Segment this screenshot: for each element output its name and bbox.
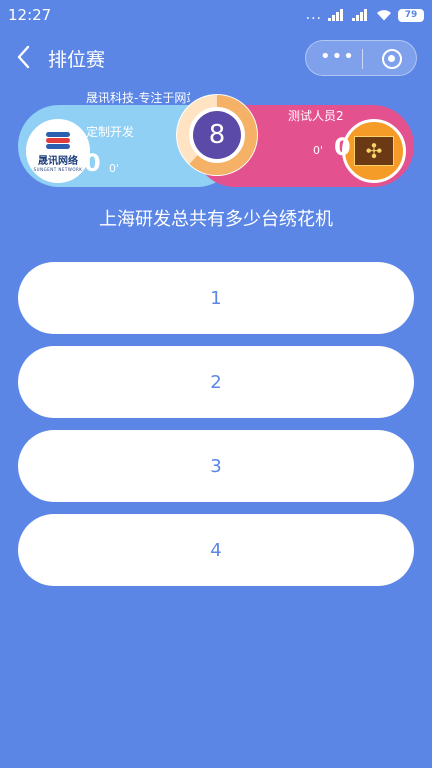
player-left-subtitle: 定制开发 xyxy=(86,125,135,139)
player-right-logo-icon: ✣ xyxy=(354,136,394,166)
answer-option-1[interactable]: 1 xyxy=(18,262,414,334)
answer-option-4[interactable]: 4 xyxy=(18,514,414,586)
player-right-delta: 0' xyxy=(313,144,324,157)
player-left-avatar: 晟讯网络 SUNGENT NETWORK xyxy=(26,119,90,183)
company-logo-icon xyxy=(44,130,72,150)
battle-bar: 晟讯网络 SUNGENT NETWORK ✣ 晟讯科技-专注于网站 定制开发 0… xyxy=(18,91,414,193)
page-title: 排位赛 xyxy=(48,49,106,71)
more-notifications-icon: ... xyxy=(305,7,322,23)
question-text: 上海研发总共有多少台绣花机 xyxy=(99,209,333,230)
signal-icon xyxy=(328,9,346,21)
status-time: 12:27 xyxy=(8,6,52,24)
close-miniprogram-icon[interactable] xyxy=(382,49,402,69)
player-right-score: 0 xyxy=(334,133,351,161)
player-left-score: 0 xyxy=(84,149,101,177)
timer-value: 8 xyxy=(208,120,226,150)
logo-text: 晟讯网络 xyxy=(38,156,78,167)
logo-text-en: SUNGENT NETWORK xyxy=(33,167,83,172)
signal-icon-2 xyxy=(352,9,370,21)
battery-icon: 79 xyxy=(398,8,424,22)
nav-bar: 排位赛 ••• xyxy=(0,36,432,80)
status-bar: 12:27 ... 79 xyxy=(0,0,432,32)
player-right-name: 测试人员2 xyxy=(288,109,344,123)
answer-option-3[interactable]: 3 xyxy=(18,430,414,502)
back-arrow-icon[interactable] xyxy=(12,42,36,72)
player-left-delta: 0' xyxy=(109,162,120,175)
countdown-timer: 8 xyxy=(175,93,259,177)
status-icons: ... 79 xyxy=(306,6,424,24)
player-right-avatar: ✣ xyxy=(342,119,406,183)
answer-option-2[interactable]: 2 xyxy=(18,346,414,418)
capsule-divider xyxy=(362,49,363,69)
miniprogram-capsule: ••• xyxy=(305,40,417,76)
wifi-icon xyxy=(377,10,391,21)
more-menu-icon[interactable]: ••• xyxy=(320,46,354,70)
